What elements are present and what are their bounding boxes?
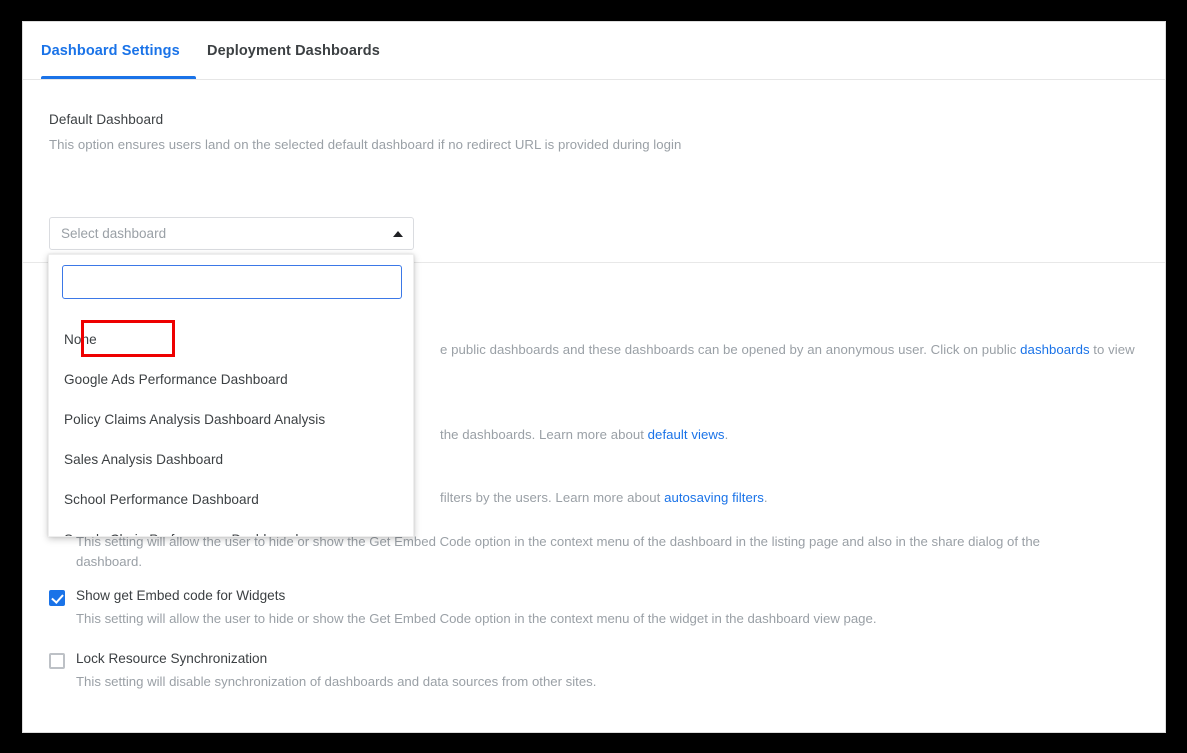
public-dashboards-help-suffix: to view <box>1089 342 1135 357</box>
autosaving-filters-link[interactable]: autosaving filters <box>664 490 764 505</box>
autosaving-filters-help-text: filters by the users. Learn more about <box>440 490 665 505</box>
select-placeholder-text: Select dashboard <box>61 226 167 241</box>
public-dashboards-help: e public dashboards and these dashboards… <box>440 342 1135 357</box>
dropdown-option-sales-analysis-dashboard[interactable]: Sales Analysis Dashboard <box>49 439 413 479</box>
dropdown-option-school-performance-dashboard[interactable]: School Performance Dashboard <box>49 479 413 519</box>
default-views-help-text: the dashboards. Learn more about <box>440 427 648 442</box>
dashboard-select-dropdown: None Google Ads Performance Dashboard Po… <box>48 254 414 537</box>
tab-bar: Dashboard Settings Deployment Dashboards <box>23 22 1165 80</box>
dropdown-option-supply-chain-performance-dashboard[interactable]: Supply Chain Performance Dashboard <box>49 519 413 537</box>
dropdown-option-none[interactable]: None <box>49 319 413 359</box>
default-dashboard-select[interactable]: Select dashboard <box>49 217 414 250</box>
default-dashboard-title: Default Dashboard <box>49 112 164 127</box>
public-dashboards-help-text: e public dashboards and these dashboards… <box>440 342 1021 357</box>
autosaving-filters-help: filters by the users. Learn more about a… <box>440 490 768 505</box>
show-embed-code-widgets-checkbox[interactable] <box>49 590 65 606</box>
caret-up-icon <box>393 230 403 237</box>
dropdown-option-google-ads-performance-dashboard[interactable]: Google Ads Performance Dashboard <box>49 359 413 399</box>
default-dashboard-description: This option ensures users land on the se… <box>49 137 682 152</box>
tab-dashboard-settings[interactable]: Dashboard Settings <box>41 22 180 80</box>
settings-page: Dashboard Settings Deployment Dashboards… <box>22 21 1166 733</box>
dashboards-link[interactable]: dashboards <box>1020 342 1089 357</box>
lock-resource-sync-label: Lock Resource Synchronization <box>76 651 268 666</box>
tab-deployment-dashboards[interactable]: Deployment Dashboards <box>207 22 380 80</box>
dropdown-option-policy-claims-analysis-dashboard-analysis[interactable]: Policy Claims Analysis Dashboard Analysi… <box>49 399 413 439</box>
default-views-help: the dashboards. Learn more about default… <box>440 427 728 442</box>
show-embed-code-widgets-help: This setting will allow the user to hide… <box>76 611 877 626</box>
autosaving-filters-help-suffix: . <box>763 490 768 505</box>
settings-content: Default Dashboard This option ensures us… <box>23 80 1165 732</box>
setting-help-line2: dashboard. <box>76 554 142 569</box>
dropdown-search-input[interactable] <box>62 265 402 299</box>
lock-resource-sync-help: This setting will disable synchronizatio… <box>76 674 597 689</box>
default-views-help-suffix: . <box>724 427 729 442</box>
default-views-link[interactable]: default views <box>648 427 725 442</box>
active-tab-indicator <box>41 76 196 79</box>
lock-resource-sync-checkbox[interactable] <box>49 653 65 669</box>
show-embed-code-widgets-label: Show get Embed code for Widgets <box>76 588 286 603</box>
